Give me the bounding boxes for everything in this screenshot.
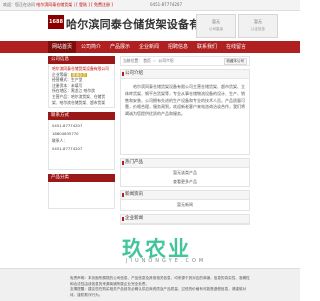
contact-phone: 0451-87774207 [52, 123, 83, 129]
breadcrumb-current: 公司介绍 [158, 58, 174, 63]
main-nav: 网站首页 公司简介 产品展示 企业新闻 招聘信息 联系我们 在线留言 [0, 41, 300, 53]
separator: | [73, 2, 75, 7]
footer: 免责声明：本页面所展现的公司信息、产品信息及其他相关信息，均来源于其对应的商铺，… [0, 268, 300, 301]
sidebar: 公司信息 哈尔滨同泰仓储货架设备有限公司 企业等级：普通会员 经营模式：生产型 … [48, 56, 115, 210]
certification-label: 认证信息 [251, 27, 265, 31]
nav-jobs[interactable]: 招聘信息 [164, 41, 192, 53]
breadcrumb-label: 当前位置： [123, 58, 142, 63]
info-value: 未填写 [70, 82, 83, 88]
company-info-title: 公司信息 [48, 56, 115, 64]
contact-person: 联系人： [52, 138, 68, 144]
company-info-panel: 哈尔滨同泰仓储货架设备有限公司 企业等级：普通会员 经营模式：生产型 注册资本：… [48, 64, 115, 109]
welcome-company-link[interactable]: 哈尔滨同泰仓储货架 [36, 2, 72, 7]
certification-box: 暂无 认证信息 [238, 14, 278, 38]
intro-text: 哈尔滨同泰仓储货架设备有限公司主营仓储货架、超市货架、立体库货架、钢平台货架等，… [125, 84, 245, 117]
intro-title: 公司介绍 [121, 70, 249, 79]
info-value: 生产型 [70, 77, 83, 83]
nav-home[interactable]: 网站首页 [48, 41, 76, 53]
news-section: 新闻资讯 暂无新闻 [120, 190, 250, 211]
contact-panel: 0451-87774207 18604635770 联系人： 0451-8777… [48, 120, 115, 171]
news-title: 新闻资讯 [121, 191, 249, 200]
watermark-domain: JIUNONGYE.COM [126, 258, 207, 264]
category-panel [48, 182, 115, 210]
info-row-products: 主营产品：哈尔滨货架、仓储货架、哈尔滨仓储货架、超市货架 [52, 94, 111, 105]
header: 1688 哈尔滨同泰仓储货架设备有限公司 暂无 公司星级 暂无 认证信息 [0, 11, 300, 41]
top-bar: 欢迎：您正在访问 哈尔滨同泰仓储货架 | [ 登陆 ] [ 免费注册 ] 045… [0, 0, 300, 11]
login-link[interactable]: [ 登陆 ] [76, 2, 90, 7]
main-content: 当前位置： 首页 > 公司介绍 收藏本公司 公司介绍 哈尔滨同泰仓储货架设备有限… [120, 56, 250, 225]
site-logo[interactable]: 1688 [48, 15, 64, 29]
nav-message[interactable]: 在线留言 [222, 41, 250, 53]
contact-mobile: 18604635770 [52, 130, 79, 136]
nav-contact[interactable]: 联系我们 [193, 41, 221, 53]
company-news-section: 企业新闻 [120, 214, 250, 225]
products-title: 热门产品 [121, 159, 249, 168]
info-label: 注册资本： [52, 82, 71, 88]
info-label: 主营产品： [52, 93, 71, 99]
info-value: 黑龙江 哈尔滨 [70, 88, 95, 94]
welcome-text: 欢迎：您正在访问 [3, 2, 35, 7]
products-section: 热门产品 暂无该类产品 查看更多产品 [120, 158, 250, 187]
products-more-link[interactable]: 查看更多产品 [121, 178, 249, 186]
info-label: 企业等级： [52, 71, 71, 77]
reminder-text: 友情提醒：建议您在购买相关产品前务必确认供应商资质及产品质量，过低的价格有可能是… [70, 287, 247, 297]
info-label: 所在地区： [52, 88, 71, 94]
intro-section: 公司介绍 哈尔滨同泰仓储货架设备有限公司主营仓储货架、超市货架、立体库货架、钢平… [120, 69, 250, 155]
favorite-button[interactable]: 收藏本公司 [223, 58, 247, 65]
news-empty: 暂无新闻 [177, 202, 193, 207]
certification-value: 暂无 [254, 19, 262, 24]
contact-title: 联系方式 [48, 112, 115, 121]
register-link[interactable]: [ 免费注册 ] [91, 2, 113, 7]
footer-disclaimer: 免责声明：本页面所展现的公司信息、产品信息及其他相关信息，均来源于其对应的商铺，… [70, 276, 250, 298]
star-rating-label: 公司星级 [209, 27, 223, 31]
info-label: 经营模式： [52, 77, 71, 83]
nav-news[interactable]: 企业新闻 [135, 41, 163, 53]
breadcrumb-separator: > [153, 58, 157, 63]
disclaimer-text: 免责声明：本页面所展现的公司信息、产品信息及其他相关信息，均来源于其对应的商铺，… [70, 276, 250, 286]
star-rating-value: 暂无 [212, 19, 220, 24]
breadcrumb: 当前位置： 首页 > 公司介绍 收藏本公司 [120, 56, 250, 66]
nav-products[interactable]: 产品展示 [106, 41, 134, 53]
top-bar-welcome: 欢迎：您正在访问 哈尔滨同泰仓储货架 | [ 登陆 ] [ 免费注册 ] [3, 2, 113, 8]
company-news-title: 企业新闻 [121, 215, 249, 224]
star-rating-box: 暂无 公司星级 [196, 14, 236, 38]
top-bar-phone: 0451-87774207 [150, 2, 182, 7]
category-title: 产品分类 [48, 174, 115, 183]
nav-about[interactable]: 公司简介 [77, 41, 105, 53]
products-empty: 暂无该类产品 [173, 170, 197, 175]
breadcrumb-home[interactable]: 首页 [143, 58, 151, 63]
contact-fax: 0451-87774207 [52, 145, 83, 151]
